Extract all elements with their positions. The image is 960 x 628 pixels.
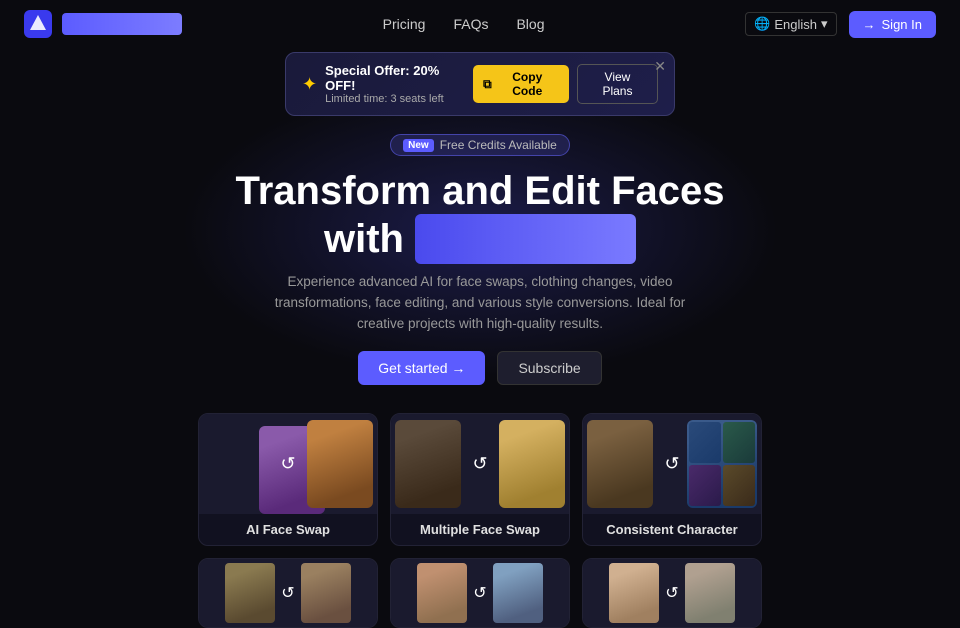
logo-name-bar: [62, 13, 182, 35]
logo-icon: [24, 10, 52, 38]
source-faces-image: [395, 420, 461, 508]
age-before-image: [417, 563, 467, 623]
banner-buttons: ⧉ Copy Code View Plans: [473, 64, 658, 104]
feature-cards-row1: ↺ AI Face Swap ↺ Multiple Face Swap ↺ Co…: [0, 397, 960, 546]
bottom-card-inner-3: ↺: [583, 559, 761, 627]
card-label-consistent-character: Consistent Character: [583, 514, 761, 545]
badge-text: Free Credits Available: [440, 138, 557, 152]
chevron-down-icon: ▾: [821, 16, 828, 32]
globe-icon: 🌐: [754, 16, 770, 32]
mona-after-image: [301, 563, 351, 623]
character-source-image: [587, 420, 653, 508]
subscribe-button[interactable]: Subscribe: [497, 351, 601, 385]
new-badge: New Free Credits Available: [390, 134, 570, 156]
banner-left: ✦ Special Offer: 20% OFF! Limited time: …: [302, 63, 473, 105]
arrow-icon: ↺: [665, 583, 678, 603]
feature-card-ai-face-swap[interactable]: ↺ AI Face Swap: [198, 413, 378, 546]
close-icon[interactable]: ✕: [654, 59, 666, 73]
arrow-icon: ↺: [473, 583, 486, 603]
arrow-icon: ↺: [281, 583, 294, 603]
feature-card-gender-swap[interactable]: ↺: [582, 558, 762, 628]
swap-arrow-icon: ↺: [280, 453, 295, 474]
offer-title: Special Offer: 20% OFF!: [325, 63, 473, 93]
copy-code-button[interactable]: ⧉ Copy Code: [473, 65, 569, 103]
copy-icon: ⧉: [483, 77, 492, 92]
bottom-card-inner-2: ↺: [391, 559, 569, 627]
character-result-grid: [687, 420, 757, 508]
hero-section: New Free Credits Available Transform and…: [0, 116, 960, 397]
nav-pricing[interactable]: Pricing: [383, 16, 426, 32]
card-image-ai-face-swap: ↺: [199, 414, 377, 514]
feature-card-multiple-face-swap[interactable]: ↺ Multiple Face Swap: [390, 413, 570, 546]
language-selector[interactable]: 🌐 English ▾: [745, 12, 836, 36]
card-image-multiple-face-swap: ↺: [391, 414, 569, 514]
view-plans-button[interactable]: View Plans: [577, 64, 658, 104]
feature-cards-row2: ↺ ↺ ↺: [0, 546, 960, 628]
feature-card-consistent-character[interactable]: ↺ Consistent Character: [582, 413, 762, 546]
char-thumb-2: [723, 422, 755, 463]
hero-subtitle: Experience advanced AI for face swaps, c…: [270, 272, 690, 335]
hero-title: Transform and Edit Faces with: [0, 168, 960, 264]
lang-label: English: [774, 17, 817, 32]
title-with: with: [324, 217, 404, 261]
char-thumb-4: [723, 465, 755, 506]
char-thumb-1: [689, 422, 721, 463]
result-face-image: [307, 420, 373, 508]
card-label-ai-face-swap: AI Face Swap: [199, 514, 377, 545]
age-after-image: [493, 563, 543, 623]
result-faces-image: [499, 420, 565, 508]
title-line1: Transform and Edit Faces: [235, 169, 724, 213]
new-tag: New: [403, 139, 434, 152]
mona-before-image: [225, 563, 275, 623]
gender-after-image: [685, 563, 735, 623]
nav-right: 🌐 English ▾ → Sign In: [745, 11, 936, 38]
nav-left: [24, 10, 182, 38]
swap-arrow-icon: ↺: [664, 453, 679, 474]
offer-subtitle: Limited time: 3 seats left: [325, 93, 473, 105]
feature-card-age-transform[interactable]: ↺: [390, 558, 570, 628]
feature-card-mona-lisa[interactable]: ↺: [198, 558, 378, 628]
star-icon: ✦: [302, 74, 317, 95]
nav-blog[interactable]: Blog: [516, 16, 544, 32]
banner-text: Special Offer: 20% OFF! Limited time: 3 …: [325, 63, 473, 105]
hero-cta: Get started → Subscribe: [0, 351, 960, 385]
get-started-button[interactable]: Get started →: [358, 351, 485, 385]
title-highlight: [415, 214, 636, 264]
swap-arrow-icon: ↺: [472, 453, 487, 474]
char-thumb-3: [689, 465, 721, 506]
sign-in-icon: →: [863, 17, 876, 32]
card-image-consistent-character: ↺: [583, 414, 761, 514]
navbar: Pricing FAQs Blog 🌐 English ▾ → Sign In: [0, 0, 960, 48]
nav-center: Pricing FAQs Blog: [383, 16, 545, 32]
gender-before-image: [609, 563, 659, 623]
nav-faqs[interactable]: FAQs: [453, 16, 488, 32]
bottom-card-inner-1: ↺: [199, 559, 377, 627]
promo-banner: ✦ Special Offer: 20% OFF! Limited time: …: [285, 52, 675, 116]
card-label-multiple-face-swap: Multiple Face Swap: [391, 514, 569, 545]
sign-in-button[interactable]: → Sign In: [849, 11, 936, 38]
